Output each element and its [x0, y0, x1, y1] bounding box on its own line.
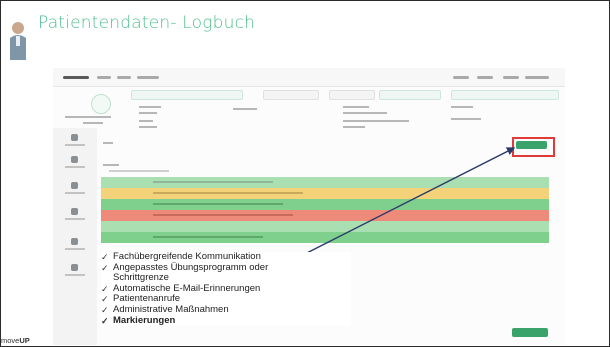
brand-logo: moveUP [1, 336, 30, 345]
list-item: ✓ Markierungen [101, 314, 176, 326]
feature-list: ✓ Fachübergreifende Kommunikation ✓ Angepa… [101, 251, 351, 327]
